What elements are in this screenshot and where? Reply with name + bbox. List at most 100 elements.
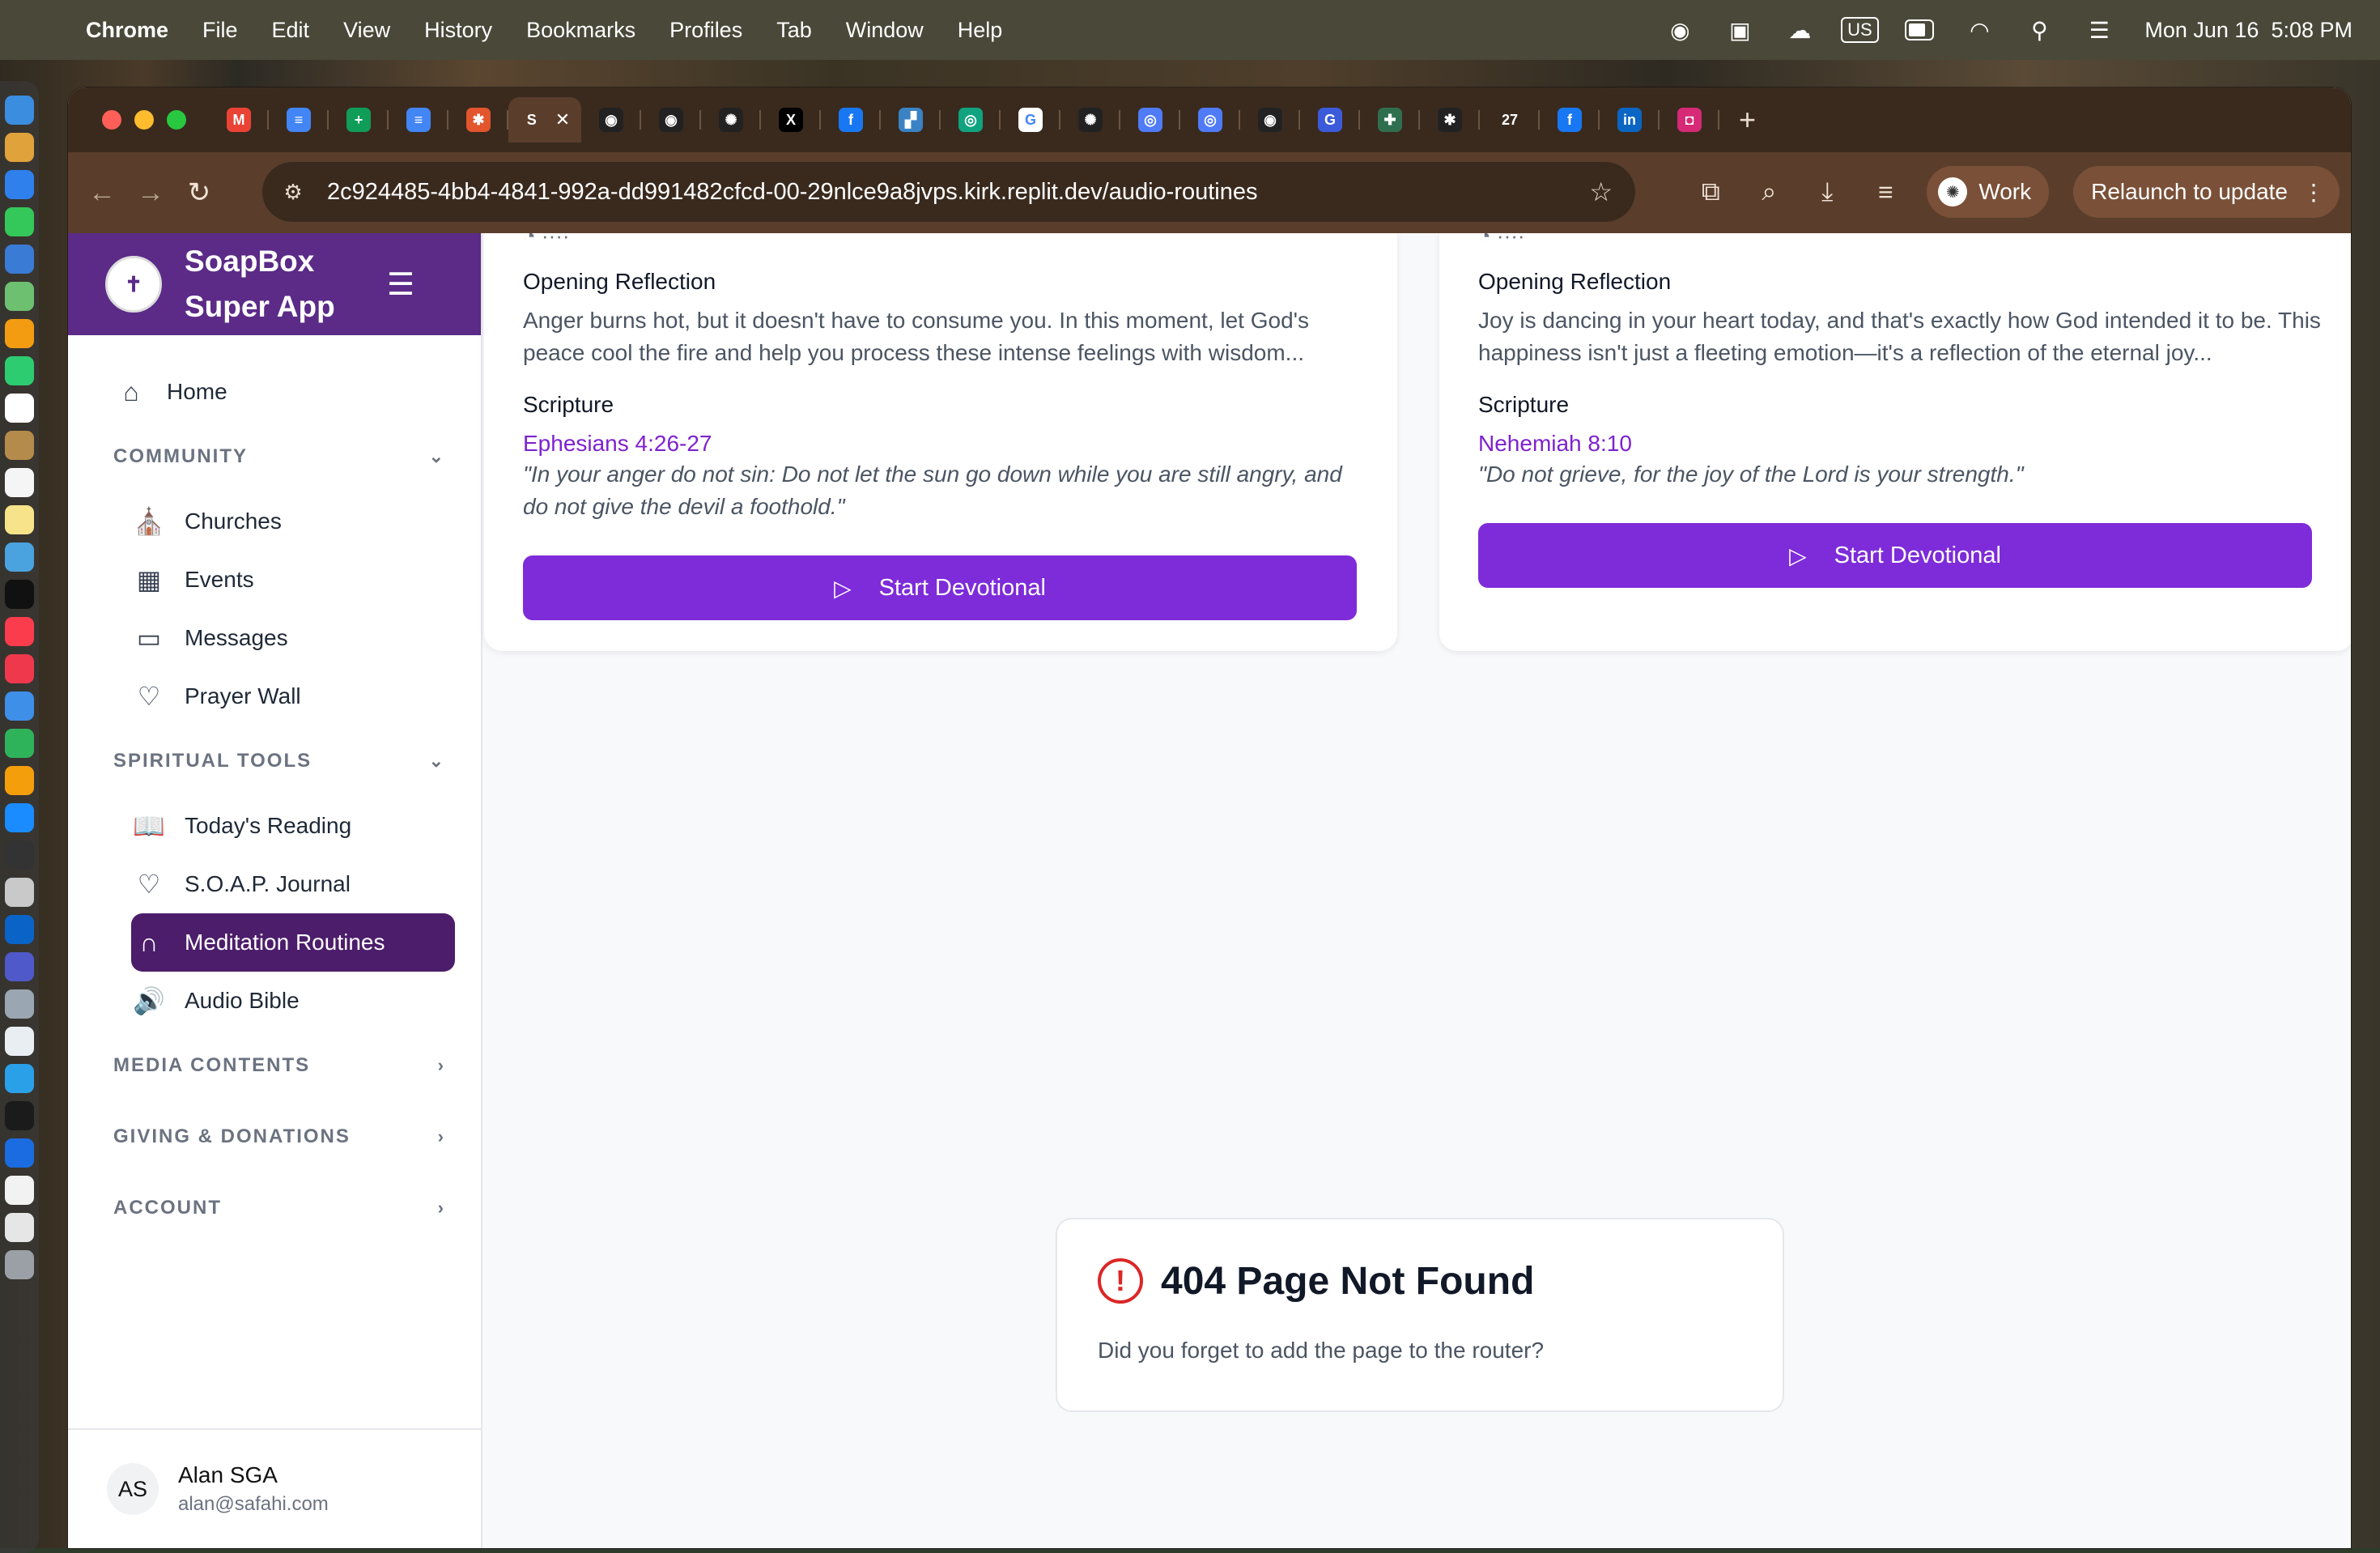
section-giving-donations[interactable]: GIVING & DONATIONS ›	[113, 1101, 455, 1172]
start-devotional-button[interactable]: ▷ Start Devotional	[523, 555, 1357, 620]
sidebar-item-soap-journal[interactable]: ♡ S.O.A.P. Journal	[131, 855, 455, 913]
browser-tab[interactable]: f	[1540, 97, 1600, 143]
sidebar-item-todays-reading[interactable]: 📖 Today's Reading	[131, 797, 455, 855]
reminders-icon[interactable]	[5, 468, 34, 497]
news-icon[interactable]	[5, 654, 34, 683]
safari-icon[interactable]	[5, 170, 34, 199]
browser-tab[interactable]: X	[761, 97, 821, 143]
menu-clock[interactable]: Mon Jun 16 5:08 PM	[2144, 18, 2352, 43]
scripture-reference[interactable]: Ephesians 4:26-27	[523, 431, 712, 457]
downloads-stack-icon[interactable]	[5, 1213, 34, 1242]
sidebar-item-audio-bible[interactable]: 🔊 Audio Bible	[131, 972, 455, 1030]
close-window-button[interactable]	[102, 110, 121, 130]
chrome-icon[interactable]	[5, 1027, 34, 1056]
relaunch-button[interactable]: Relaunch to update ⋮	[2073, 166, 2340, 218]
browser-tab[interactable]: ◎	[941, 97, 1001, 143]
sidebar-item-events[interactable]: ▦ Events	[131, 551, 455, 609]
profile-button[interactable]: ✺ Work	[1927, 166, 2050, 218]
browser-tab[interactable]: ✚	[1360, 97, 1420, 143]
photos-icon[interactable]	[5, 319, 34, 348]
facetime-icon[interactable]	[5, 356, 34, 385]
browser-tab[interactable]: ✺	[701, 97, 761, 143]
scripture-reference[interactable]: Nehemiah 8:10	[1478, 431, 1632, 457]
browser-tab[interactable]: 27	[1480, 97, 1540, 143]
sidebar-item-messages[interactable]: ▭ Messages	[131, 609, 455, 667]
battery-icon[interactable]	[1905, 18, 1935, 42]
browser-tab[interactable]: G	[1001, 97, 1060, 143]
app-store-icon[interactable]	[5, 803, 34, 832]
sidebar-item-meditation-routines[interactable]: ∩ Meditation Routines	[131, 913, 455, 972]
menu-edit[interactable]: Edit	[272, 18, 310, 43]
browser-tab[interactable]: M	[209, 97, 269, 143]
chatgpt-icon[interactable]	[5, 840, 34, 870]
browser-tab[interactable]: ✱	[1420, 97, 1480, 143]
maps-icon[interactable]	[5, 282, 34, 311]
browser-tab[interactable]: S ✕	[508, 97, 581, 143]
browser-tab[interactable]: ◉	[641, 97, 701, 143]
preview-icon[interactable]	[5, 878, 34, 907]
document-icon[interactable]	[5, 1176, 34, 1205]
section-account[interactable]: ACCOUNT ›	[113, 1172, 455, 1244]
mail-icon[interactable]	[5, 245, 34, 274]
notes-app-icon[interactable]	[5, 505, 34, 534]
media-controls-icon[interactable]: ≡	[1868, 177, 1902, 207]
onepassword-icon[interactable]	[5, 1138, 34, 1168]
sidebar-item-home[interactable]: ⌂ Home	[113, 363, 455, 421]
sidebar-item-churches[interactable]: ⛪ Churches	[131, 492, 455, 551]
outlook-status-icon[interactable]: ▣	[1725, 18, 1754, 43]
calendar-icon[interactable]	[5, 394, 34, 423]
menu-tab[interactable]: Tab	[776, 18, 812, 43]
new-tab-button[interactable]: +	[1739, 103, 1756, 137]
terminal-icon[interactable]	[5, 1101, 34, 1130]
browser-tab[interactable]: in	[1600, 97, 1660, 143]
browser-tab[interactable]: ◘	[1660, 97, 1719, 143]
hamburger-menu-icon[interactable]: ☰	[387, 266, 414, 303]
browser-tab[interactable]: ◎	[1120, 97, 1180, 143]
pages-icon[interactable]	[5, 766, 34, 795]
numbers-icon[interactable]	[5, 729, 34, 758]
keynote-icon[interactable]	[5, 691, 34, 721]
browser-tab[interactable]: +	[329, 97, 389, 143]
browser-tab[interactable]: ≡	[269, 97, 329, 143]
user-profile-card[interactable]: AS Alan SGA alan@safahi.com	[68, 1428, 481, 1548]
address-bar[interactable]: ⚙ 2c924485-4bb4-4841-992a-dd991482cfcd-0…	[262, 162, 1635, 222]
vscode-icon[interactable]	[5, 1064, 34, 1093]
more-menu-icon[interactable]: ⋮	[2302, 179, 2325, 206]
wifi-icon[interactable]: ◠	[1965, 18, 1994, 43]
screen-share-icon[interactable]	[5, 989, 34, 1019]
minimize-window-button[interactable]	[134, 110, 154, 130]
site-info-icon[interactable]: ⚙	[277, 180, 309, 205]
bookmark-star-icon[interactable]: ☆	[1589, 177, 1613, 207]
tab-search-icon[interactable]: ⌕	[1752, 177, 1786, 207]
freeform-icon[interactable]	[5, 542, 34, 572]
menu-window[interactable]: Window	[846, 18, 924, 43]
download-icon[interactable]: ⤓	[1810, 177, 1844, 207]
menu-view[interactable]: View	[343, 18, 390, 43]
vpn-status-icon[interactable]: ◉	[1665, 18, 1694, 43]
sidebar-item-prayer-wall[interactable]: ♡ Prayer Wall	[131, 667, 455, 725]
browser-tab[interactable]: G	[1300, 97, 1360, 143]
notes-icon[interactable]	[5, 431, 34, 460]
section-media-contents[interactable]: MEDIA CONTENTS ›	[113, 1030, 455, 1101]
browser-tab[interactable]: ▞	[881, 97, 941, 143]
tv-icon[interactable]	[5, 580, 34, 609]
menu-profiles[interactable]: Profiles	[669, 18, 742, 43]
url-text[interactable]: 2c924485-4bb4-4841-992a-dd991482cfcd-00-…	[327, 179, 1258, 206]
music-icon[interactable]	[5, 617, 34, 646]
teams-status-icon[interactable]: ☁	[1785, 18, 1814, 43]
spotlight-search-icon[interactable]: ⚲	[2025, 18, 2054, 43]
messages-icon[interactable]	[5, 207, 34, 236]
browser-tab[interactable]: ◉	[581, 97, 641, 143]
browser-tab[interactable]: ◎	[1180, 97, 1240, 143]
finder-icon[interactable]	[5, 96, 34, 125]
forward-arrow-icon[interactable]: →	[126, 177, 175, 209]
back-arrow-icon[interactable]: ←	[78, 177, 126, 209]
zoom-window-button[interactable]	[167, 110, 186, 130]
browser-tab[interactable]: ✱	[448, 97, 508, 143]
browser-tab[interactable]: f	[821, 97, 881, 143]
browser-tab[interactable]: ◉	[1240, 97, 1300, 143]
trash-icon[interactable]	[5, 1250, 34, 1279]
menu-help[interactable]: Help	[958, 18, 1003, 43]
launchpad-icon[interactable]	[5, 133, 34, 162]
browser-tab[interactable]: ✺	[1060, 97, 1120, 143]
